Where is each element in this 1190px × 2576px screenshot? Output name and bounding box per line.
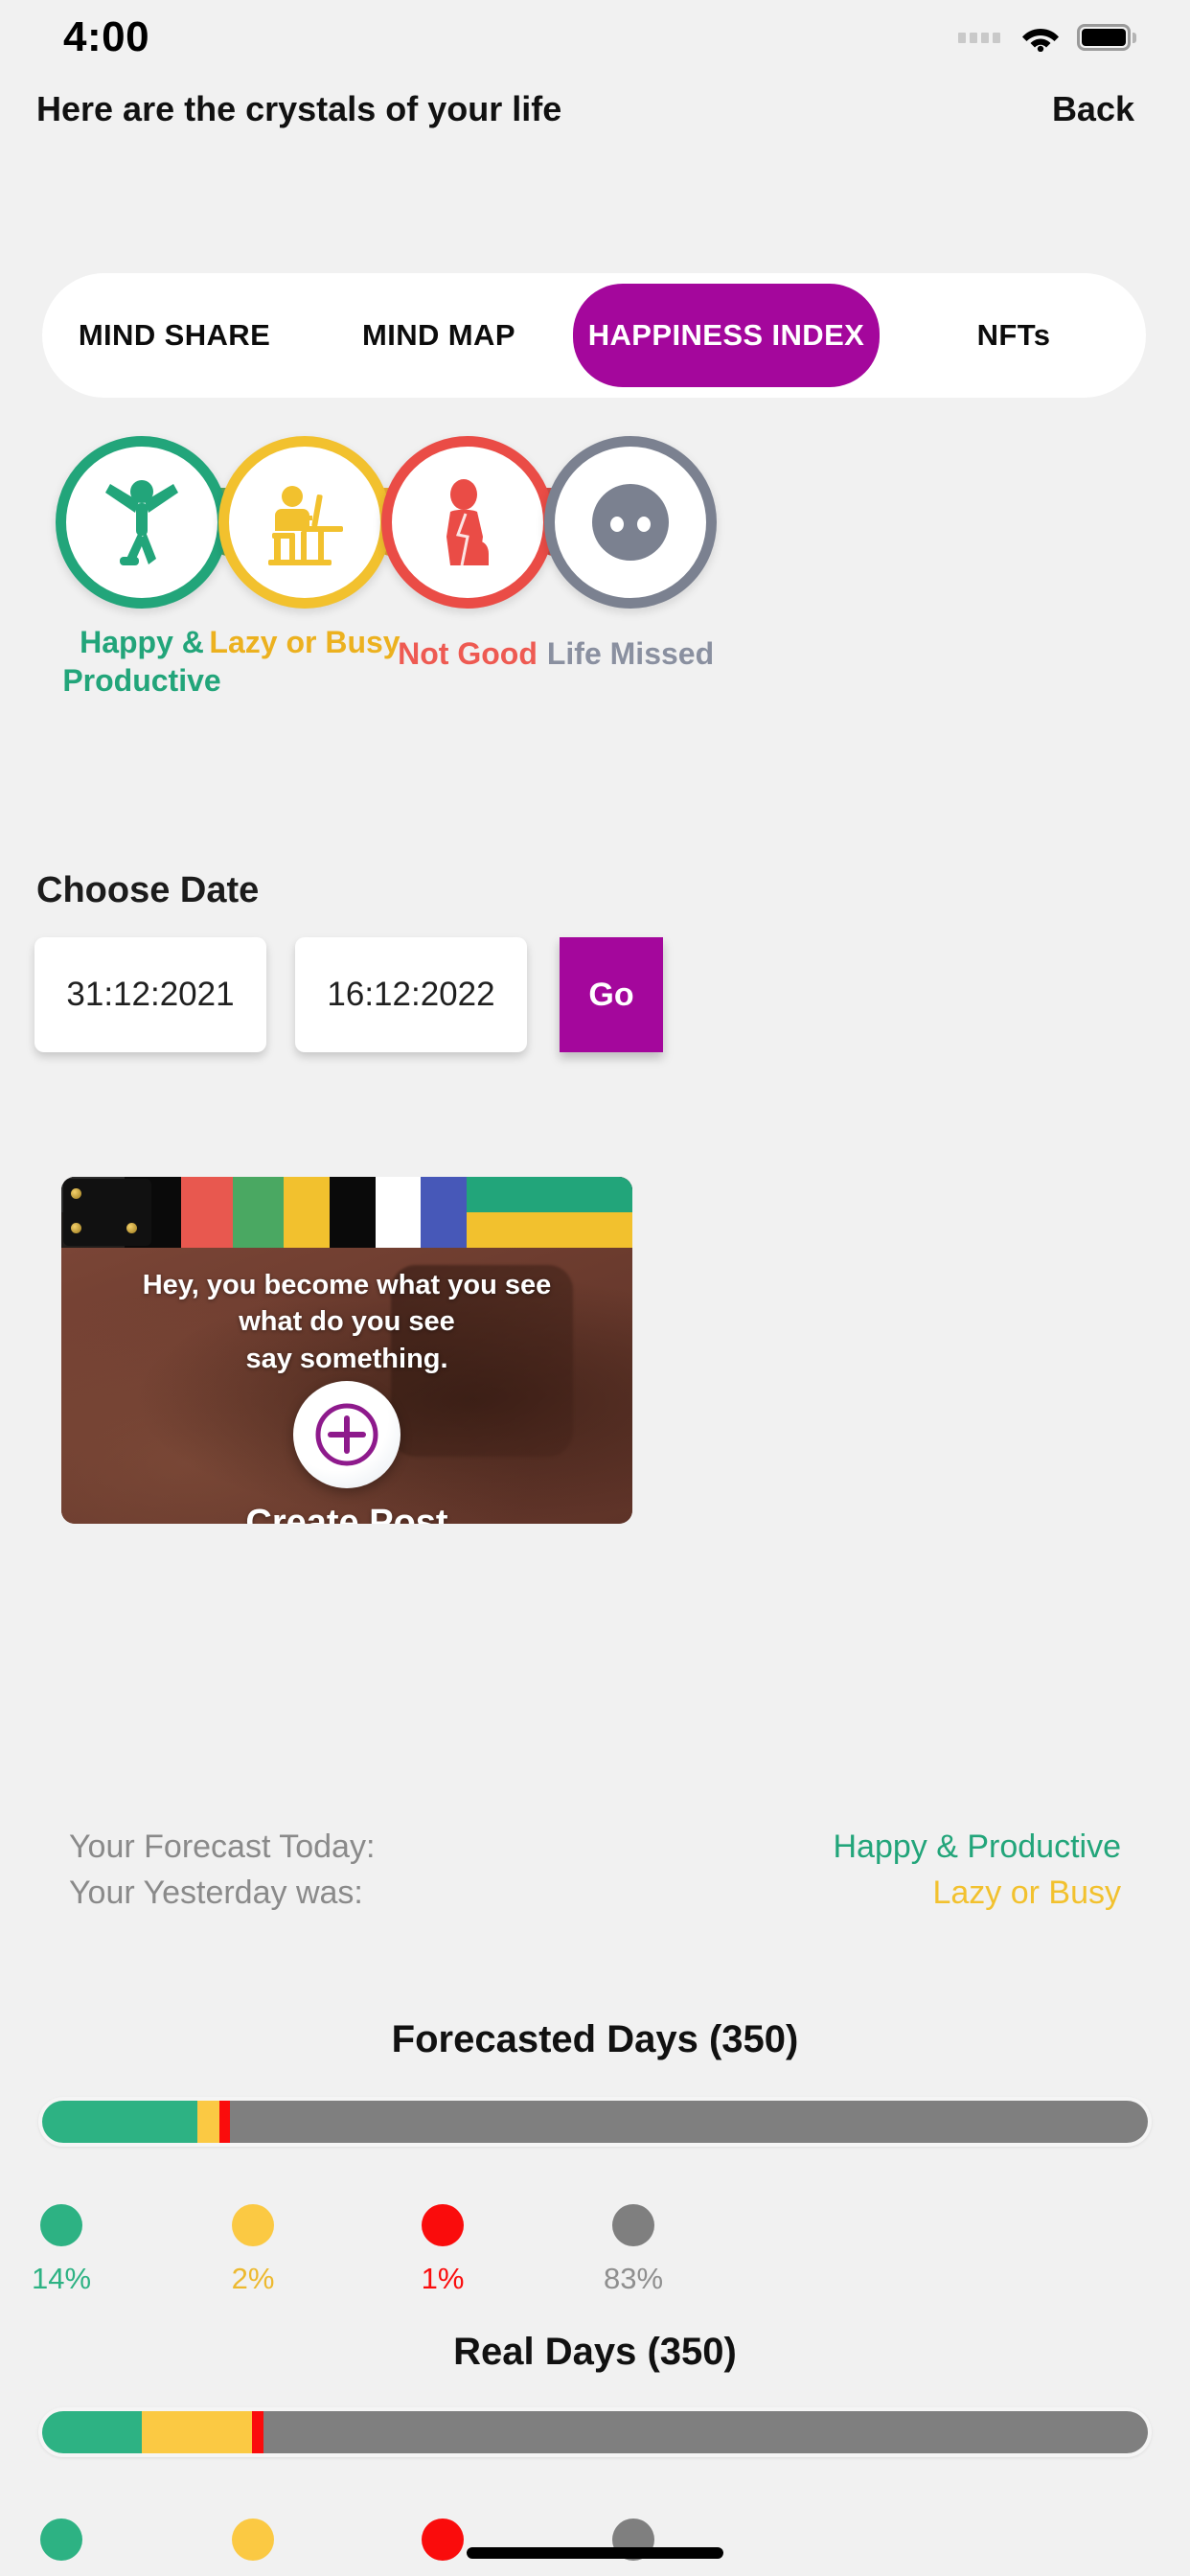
legend-item: 1%: [356, 2204, 529, 2296]
legend-pct-happy-productive: 14%: [31, 2262, 92, 2295]
bar-segment: [230, 2101, 1148, 2143]
bar-segment: [42, 2101, 197, 2143]
bar-segment: [218, 2101, 231, 2143]
plus-circle-icon: [315, 1403, 378, 1466]
bar-segment: [141, 2411, 253, 2453]
post-quote-line-3: say something.: [245, 1343, 448, 1374]
forecast-today-value: Happy & Productive: [833, 1828, 1122, 1865]
clapper-hinge: [63, 1179, 151, 1246]
legend-dot-happy-productive: [40, 2204, 82, 2246]
forecast-today-label: Your Forecast Today:: [69, 1828, 376, 1865]
back-button[interactable]: Back: [1052, 89, 1134, 129]
legend-item: [0, 2518, 148, 2576]
legend-dot-life-missed: [612, 2204, 654, 2246]
status-bar: 4:00: [0, 0, 1190, 75]
create-post-label: Create Post: [245, 1503, 448, 1524]
forecast-yesterday-row: Your Yesterday was: Lazy or Busy: [0, 1874, 1190, 1911]
bar-segment: [196, 2101, 219, 2143]
legend-dot-lazy-busy: [232, 2518, 274, 2561]
legend-item: 2%: [167, 2204, 339, 2296]
tab-happiness-index[interactable]: HAPPINESS INDEX: [572, 284, 881, 387]
legend-dot-happy-productive: [40, 2518, 82, 2561]
mood-strip: [0, 436, 1190, 609]
end-date-input[interactable]: 16:12:2022: [295, 937, 527, 1052]
legend-item: 83%: [547, 2204, 720, 2296]
legend-item: [167, 2518, 339, 2576]
date-row: 31:12:2021 16:12:2022 Go: [0, 937, 1190, 1071]
create-post-card[interactable]: Hey, you become what you see what do you…: [61, 1177, 632, 1524]
status-time: 4:00: [63, 13, 150, 60]
legend-item: 14%: [0, 2204, 148, 2296]
mood-labels: Happy & Productive Lazy or Busy Not Good…: [0, 623, 1190, 728]
page-header: Here are the crystals of your life Back: [0, 75, 1190, 144]
person-at-desk-icon: [268, 486, 343, 565]
go-button[interactable]: Go: [560, 937, 663, 1052]
forecasted-days-legend: 14% 2% 1% 83%: [0, 2204, 1190, 2329]
blank-face-icon: [592, 484, 669, 561]
mood-label-life-missed: Life Missed: [546, 636, 715, 671]
home-indicator: [467, 2547, 723, 2559]
forecast-summary: Your Forecast Today: Happy & Productive …: [0, 1828, 1190, 1920]
forecasted-days-bar: [38, 2097, 1152, 2147]
post-quote-line-1: Hey, you become what you see: [142, 1270, 552, 1300]
tab-bar: MIND SHARE MIND MAP HAPPINESS INDEX NFTs: [42, 273, 1146, 398]
create-post-button[interactable]: [293, 1381, 400, 1488]
signal-dots-icon: [958, 32, 1000, 43]
tab-mind-share[interactable]: MIND SHARE: [42, 273, 307, 398]
mood-icon-lazy-busy[interactable]: [218, 436, 391, 609]
tab-nfts[interactable]: NFTs: [881, 273, 1146, 398]
mood-icon-life-missed[interactable]: [544, 436, 717, 609]
legend-dot-not-good: [422, 2204, 464, 2246]
legend-pct-life-missed: 83%: [603, 2262, 664, 2295]
forecasted-days-title: Forecasted Days (350): [391, 2018, 799, 2060]
clapperboard-icon: [61, 1177, 632, 1248]
mood-icon-not-good[interactable]: [381, 436, 554, 609]
forecast-yesterday-label: Your Yesterday was:: [69, 1874, 363, 1911]
legend-dot-not-good: [422, 2518, 464, 2561]
post-quote: Hey, you become what you see what do you…: [61, 1267, 632, 1377]
page-title: Here are the crystals of your life: [36, 89, 562, 128]
post-quote-line-2: what do you see: [239, 1306, 455, 1338]
jumping-person-icon: [105, 480, 178, 565]
forecast-yesterday-value: Lazy or Busy: [932, 1874, 1121, 1911]
legend-pct-lazy-busy: 2%: [231, 2262, 275, 2295]
battery-full-icon: [1077, 24, 1136, 51]
wifi-icon: [1021, 23, 1060, 53]
bar-segment: [263, 2411, 1148, 2453]
bar-segment: [252, 2411, 263, 2453]
forecast-today-row: Your Forecast Today: Happy & Productive: [0, 1828, 1190, 1865]
choose-date-title: Choose Date: [36, 870, 260, 910]
real-days-bar: [38, 2407, 1152, 2457]
legend-dot-lazy-busy: [232, 2204, 274, 2246]
real-days-title: Real Days (350): [453, 2331, 737, 2373]
sad-person-icon: [446, 479, 489, 566]
tab-mind-map[interactable]: MIND MAP: [307, 273, 571, 398]
status-indicators: [958, 23, 1136, 53]
start-date-input[interactable]: 31:12:2021: [34, 937, 266, 1052]
legend-pct-not-good: 1%: [421, 2262, 465, 2295]
bar-segment: [42, 2411, 142, 2453]
mood-icon-happy-productive[interactable]: [56, 436, 228, 609]
